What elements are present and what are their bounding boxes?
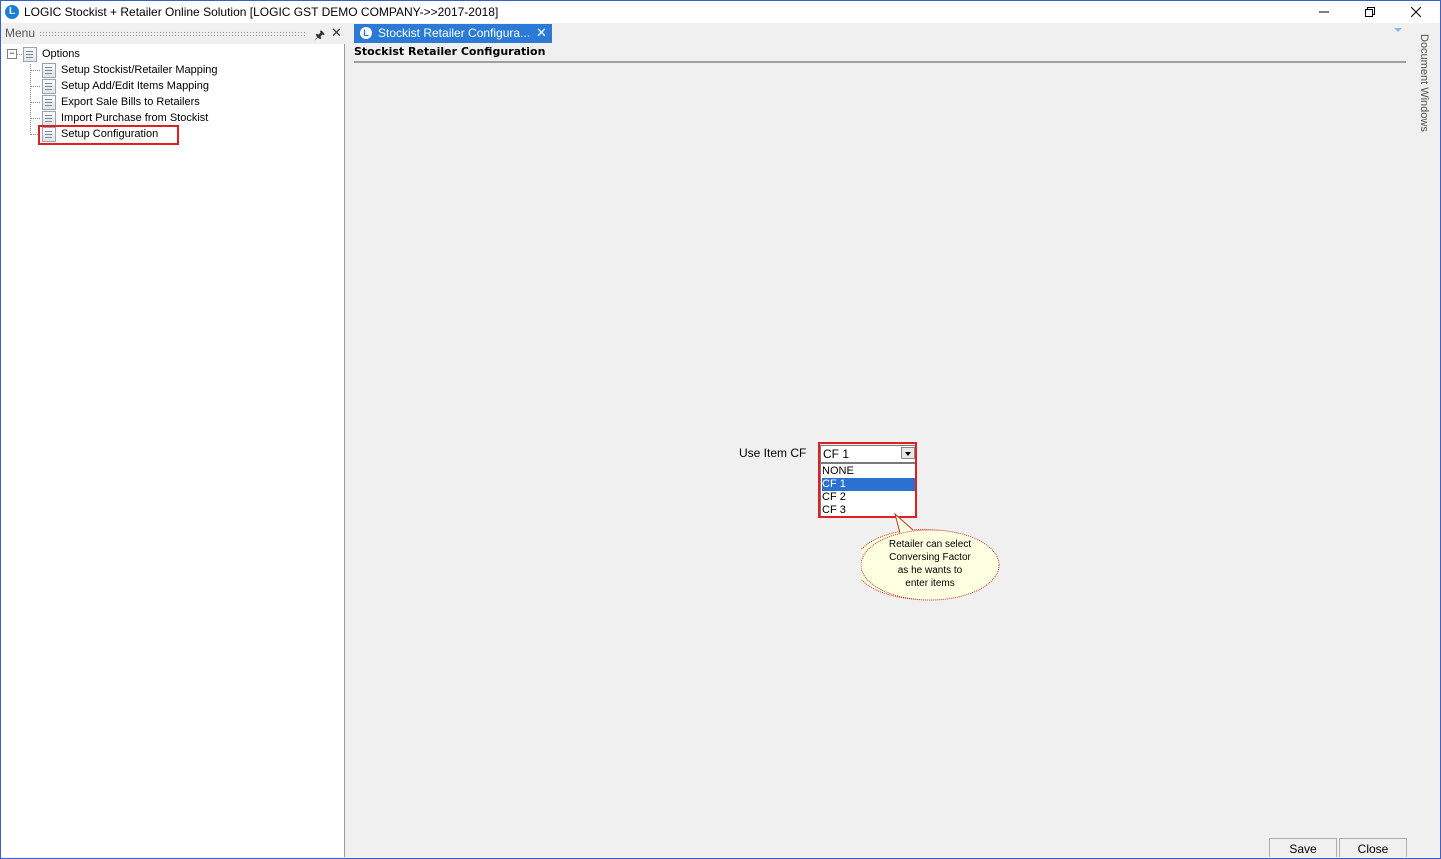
document-icon [42, 111, 56, 126]
document-icon [42, 95, 56, 110]
tree-connector [31, 70, 40, 71]
document-windows-label[interactable]: Document Windows [1418, 34, 1430, 132]
tree-connector [30, 64, 31, 135]
restore-icon [1365, 7, 1375, 17]
tree-item-export-sale-bills[interactable]: Export Sale Bills to Retailers [61, 96, 200, 108]
title-divider [354, 61, 1406, 63]
tree-item-items-mapping[interactable]: Setup Add/Edit Items Mapping [61, 80, 209, 92]
window-title: LOGIC Stockist + Retailer Online Solutio… [24, 5, 499, 19]
tab-close-icon[interactable]: ✕ [536, 25, 547, 41]
menu-tree: − Options Setup Stockist/Retailer Mappin… [1, 44, 345, 857]
document-icon [42, 79, 56, 94]
minimize-button[interactable] [1301, 1, 1347, 23]
configuration-form: Stockist Retailer Configuration Use Item… [346, 43, 1412, 857]
menu-panel-header: Menu 🖈 ✕ [1, 24, 344, 43]
menu-title: Menu [5, 26, 36, 40]
restore-button[interactable] [1347, 1, 1393, 23]
close-window-button[interactable] [1393, 1, 1439, 23]
document-tab-strip: L Stockist Retailer Configura... ✕ [346, 24, 1412, 43]
callout-line: Retailer can select [888, 539, 972, 550]
document-windows-strip[interactable]: Document Windows [1412, 24, 1439, 857]
minimize-icon [1319, 11, 1329, 13]
tree-item-import-purchase[interactable]: Import Purchase from Stockist [61, 112, 208, 124]
app-logo-icon: L [5, 5, 19, 19]
tree-connector [31, 118, 40, 119]
callout-text: Retailer can select Conversing Factor as… [868, 538, 992, 590]
highlight-setup-configuration [38, 125, 179, 145]
callout-line: enter items [905, 578, 955, 589]
close-button[interactable]: Close [1339, 838, 1407, 857]
tree-connector [16, 54, 22, 55]
form-title: Stockist Retailer Configuration [354, 45, 546, 58]
tree-root-options[interactable]: Options [42, 48, 80, 60]
tree-connector [31, 86, 40, 87]
document-icon [42, 63, 56, 78]
tree-item-stockist-retailer-mapping[interactable]: Setup Stockist/Retailer Mapping [61, 64, 218, 76]
tab-list-chevron-icon[interactable] [1394, 28, 1402, 32]
app-logo-icon: L [360, 27, 372, 39]
close-icon [1410, 6, 1422, 18]
folder-document-icon [23, 47, 37, 62]
menu-grip[interactable] [39, 31, 305, 36]
callout-line: Conversing Factor [889, 552, 971, 563]
tab-stockist-retailer-configuration[interactable]: L Stockist Retailer Configura... ✕ [354, 24, 552, 43]
tree-connector [31, 102, 40, 103]
title-bar: L LOGIC Stockist + Retailer Online Solut… [1, 1, 1440, 23]
menu-close-icon[interactable]: ✕ [331, 25, 342, 41]
tab-label: Stockist Retailer Configura... [378, 26, 531, 40]
use-item-cf-label: Use Item CF [739, 446, 807, 460]
save-button[interactable]: Save [1269, 838, 1337, 857]
highlight-cf-dropdown [818, 442, 917, 518]
callout-line: as he wants to [897, 565, 963, 576]
